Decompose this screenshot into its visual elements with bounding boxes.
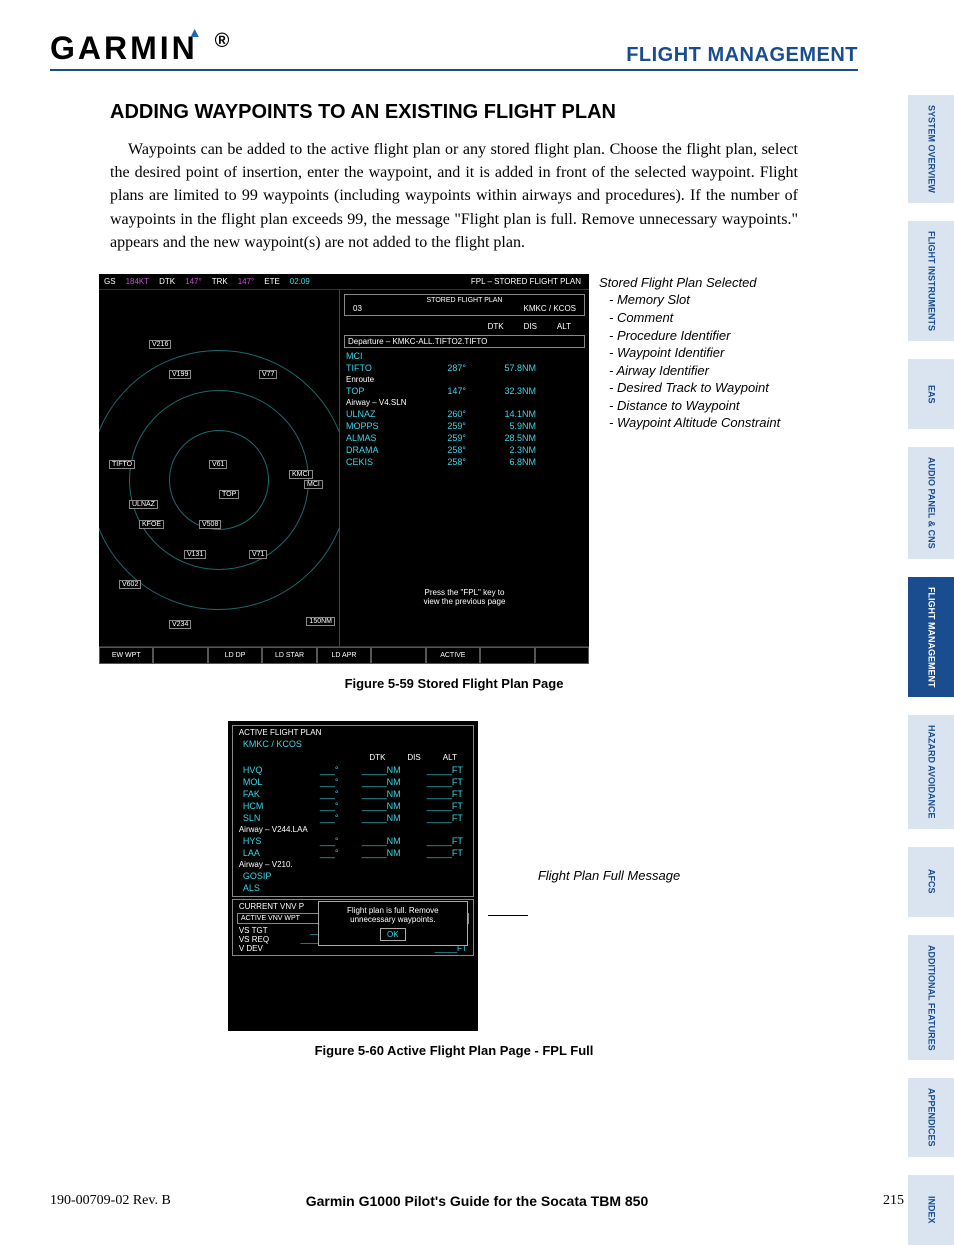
- softkey[interactable]: [153, 647, 207, 664]
- softkey[interactable]: [535, 647, 589, 664]
- figure-1-caption: Figure 5-59 Stored Flight Plan Page: [50, 676, 858, 691]
- tab-system-overview[interactable]: SYSTEM OVERVIEW: [908, 95, 954, 203]
- figure-2-caption: Figure 5-60 Active Flight Plan Page - FP…: [50, 1043, 858, 1058]
- page-footer: 190-00709-02 Rev. B Garmin G1000 Pilot's…: [50, 1193, 904, 1209]
- softkey[interactable]: [371, 647, 425, 664]
- page-title: ADDING WAYPOINTS TO AN EXISTING FLIGHT P…: [110, 101, 798, 124]
- tab-audio-panel[interactable]: AUDIO PANEL & CNS: [908, 447, 954, 559]
- tab-flight-management[interactable]: FLIGHT MANAGEMENT: [908, 577, 954, 698]
- tab-index[interactable]: INDEX: [908, 1175, 954, 1245]
- softkey[interactable]: EW WPT: [99, 647, 153, 664]
- fpl-full-popup: Flight plan is full. Remove unnecessary …: [318, 901, 468, 946]
- tab-eas[interactable]: EAS: [908, 359, 954, 429]
- garmin-logo: GARMIN▲®: [50, 30, 232, 67]
- body-paragraph: Waypoints can be added to the active fli…: [110, 138, 798, 254]
- flight-plan-pane: STORED FLIGHT PLAN 03KMKC / KCOS DTKDISA…: [339, 290, 589, 646]
- map-pane: V216 V199 V77 V61 TIFTO ULNAZ TOP KFOE V…: [99, 290, 339, 646]
- softkey[interactable]: [480, 647, 534, 664]
- softkey-bar: EW WPT LD DP LD STAR LD APR ACTIVE: [99, 646, 589, 664]
- hint-text: Press the "FPL" key to view the previous…: [342, 588, 587, 606]
- tab-flight-instruments[interactable]: FLIGHT INSTRUMENTS: [908, 221, 954, 341]
- softkey[interactable]: LD STAR: [262, 647, 316, 664]
- figure-1-annotation: Stored Flight Plan Selected - Memory Slo…: [599, 274, 809, 432]
- figure-1: Softkeys GS184KT DTK147° TRK147° ETE02:0…: [50, 274, 858, 691]
- tab-additional-features[interactable]: ADDITIONAL FEATURES: [908, 935, 954, 1061]
- active-flight-plan-screen: ACTIVE FLIGHT PLAN KMKC / KCOS DTKDISALT…: [228, 721, 478, 1031]
- departure-row: Departure – KMKC-ALL.TIFTO2.TIFTO: [344, 335, 585, 348]
- stored-flight-plan-screen: GS184KT DTK147° TRK147° ETE02:09 FPL – S…: [99, 274, 589, 664]
- softkey[interactable]: LD APR: [317, 647, 371, 664]
- column-headers: DTKDISALT: [342, 320, 587, 333]
- tab-afcs[interactable]: AFCS: [908, 847, 954, 917]
- doc-title: Garmin G1000 Pilot's Guide for the Socat…: [50, 1193, 904, 1209]
- softkey[interactable]: LD DP: [208, 647, 262, 664]
- top-status-bar: GS184KT DTK147° TRK147° ETE02:09 FPL – S…: [99, 274, 589, 290]
- ok-button[interactable]: OK: [380, 928, 406, 941]
- figure-2: ACTIVE FLIGHT PLAN KMKC / KCOS DTKDISALT…: [50, 721, 858, 1058]
- stored-fpl-box: STORED FLIGHT PLAN 03KMKC / KCOS: [344, 294, 585, 316]
- page-header: GARMIN▲® FLIGHT MANAGEMENT: [50, 30, 858, 71]
- section-heading: FLIGHT MANAGEMENT: [626, 44, 858, 67]
- tab-appendices[interactable]: APPENDICES: [908, 1078, 954, 1157]
- figure-2-annotation: Flight Plan Full Message: [538, 868, 680, 883]
- tab-hazard-avoidance[interactable]: HAZARD AVOIDANCE: [908, 715, 954, 829]
- side-navigation-tabs: SYSTEM OVERVIEW FLIGHT INSTRUMENTS EAS A…: [908, 95, 954, 1245]
- softkey[interactable]: ACTIVE: [426, 647, 480, 664]
